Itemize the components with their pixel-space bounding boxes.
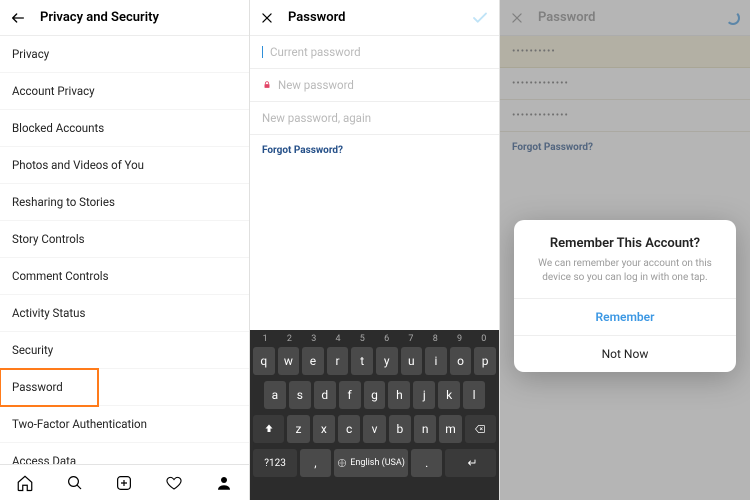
new-password-again-placeholder: New password, again bbox=[262, 111, 371, 125]
settings-item-comment-controls[interactable]: Comment Controls bbox=[0, 258, 249, 295]
hint-6: 6 bbox=[374, 334, 398, 344]
comma-key[interactable]: , bbox=[300, 449, 331, 477]
hint-4: 4 bbox=[326, 334, 350, 344]
lock-icon bbox=[262, 80, 272, 90]
hint-9: 9 bbox=[447, 334, 471, 344]
settings-item-privacy[interactable]: Privacy bbox=[0, 36, 249, 73]
key-d[interactable]: d bbox=[314, 381, 336, 409]
dot-key[interactable]: . bbox=[411, 449, 442, 477]
backspace-key[interactable] bbox=[465, 415, 496, 443]
soft-keyboard: 1234567890 qwertyuiop asdfghjkl zxcvbnm … bbox=[250, 330, 499, 500]
settings-item-access-data[interactable]: Access Data bbox=[0, 443, 249, 464]
key-j[interactable]: j bbox=[413, 381, 435, 409]
language-key[interactable]: English (USA) bbox=[334, 449, 409, 477]
hint-3: 3 bbox=[302, 334, 326, 344]
three-panel-tutorial: Privacy and Security PrivacyAccount Priv… bbox=[0, 0, 750, 500]
forgot-password-link[interactable]: Forgot Password? bbox=[250, 135, 499, 166]
current-password-placeholder: Current password bbox=[270, 45, 361, 59]
dialog-title: Remember This Account? bbox=[514, 220, 736, 257]
key-a[interactable]: a bbox=[264, 381, 286, 409]
new-password-field[interactable]: New password bbox=[250, 69, 499, 102]
key-b[interactable]: b bbox=[389, 415, 411, 443]
hint-7: 7 bbox=[399, 334, 423, 344]
settings-list[interactable]: PrivacyAccount PrivacyBlocked AccountsPh… bbox=[0, 36, 249, 464]
key-o[interactable]: o bbox=[450, 347, 472, 375]
key-w[interactable]: w bbox=[278, 347, 300, 375]
keyboard-bottom-row: ?123 , English (USA) . bbox=[250, 446, 499, 481]
add-post-icon[interactable] bbox=[115, 474, 133, 492]
search-icon[interactable] bbox=[66, 474, 84, 492]
text-caret bbox=[262, 46, 263, 58]
settings-item-password[interactable]: Password bbox=[0, 369, 249, 406]
key-q[interactable]: q bbox=[253, 347, 275, 375]
settings-item-story-controls[interactable]: Story Controls bbox=[0, 221, 249, 258]
hint-8: 8 bbox=[423, 334, 447, 344]
settings-item-photos-and-videos-of-you[interactable]: Photos and Videos of You bbox=[0, 147, 249, 184]
current-password-field[interactable]: Current password bbox=[250, 36, 499, 69]
key-r[interactable]: r bbox=[327, 347, 349, 375]
key-n[interactable]: n bbox=[414, 415, 436, 443]
key-m[interactable]: m bbox=[439, 415, 461, 443]
panel2-title: Password bbox=[288, 10, 471, 25]
panel2-header: Password bbox=[250, 0, 499, 36]
settings-item-security[interactable]: Security bbox=[0, 332, 249, 369]
not-now-button[interactable]: Not Now bbox=[514, 335, 736, 372]
key-s[interactable]: s bbox=[289, 381, 311, 409]
key-k[interactable]: k bbox=[438, 381, 460, 409]
key-e[interactable]: e bbox=[302, 347, 324, 375]
close-icon[interactable] bbox=[260, 11, 274, 25]
key-i[interactable]: i bbox=[425, 347, 447, 375]
shift-key[interactable] bbox=[253, 415, 284, 443]
key-u[interactable]: u bbox=[401, 347, 423, 375]
key-h[interactable]: h bbox=[388, 381, 410, 409]
symbols-key[interactable]: ?123 bbox=[253, 449, 297, 477]
new-password-again-field[interactable]: New password, again bbox=[250, 102, 499, 135]
key-y[interactable]: y bbox=[376, 347, 398, 375]
hint-1: 1 bbox=[253, 334, 277, 344]
key-l[interactable]: l bbox=[463, 381, 485, 409]
privacy-security-screen: Privacy and Security PrivacyAccount Priv… bbox=[0, 0, 250, 500]
key-g[interactable]: g bbox=[364, 381, 386, 409]
enter-key[interactable] bbox=[445, 449, 496, 477]
hint-0: 0 bbox=[472, 334, 496, 344]
remember-button[interactable]: Remember bbox=[514, 298, 736, 335]
settings-item-two-factor-authentication[interactable]: Two-Factor Authentication bbox=[0, 406, 249, 443]
change-password-screen: Password Current password New password N… bbox=[250, 0, 500, 500]
new-password-placeholder: New password bbox=[278, 78, 354, 92]
remember-account-screen: Password •••••••••• ••••••••••••• ••••••… bbox=[500, 0, 750, 500]
activity-icon[interactable] bbox=[165, 474, 183, 492]
panel1-title: Privacy and Security bbox=[40, 10, 159, 25]
password-fields: Current password New password New passwo… bbox=[250, 36, 499, 135]
key-x[interactable]: x bbox=[313, 415, 335, 443]
keyboard-number-hints: 1234567890 bbox=[250, 330, 499, 344]
confirm-check-icon[interactable] bbox=[471, 9, 489, 27]
dialog-message: We can remember your account on this dev… bbox=[514, 257, 736, 298]
key-z[interactable]: z bbox=[287, 415, 309, 443]
back-icon[interactable] bbox=[10, 10, 26, 26]
hint-2: 2 bbox=[277, 334, 301, 344]
remember-account-dialog: Remember This Account? We can remember y… bbox=[514, 220, 736, 372]
key-f[interactable]: f bbox=[339, 381, 361, 409]
settings-item-account-privacy[interactable]: Account Privacy bbox=[0, 73, 249, 110]
profile-icon[interactable] bbox=[215, 474, 233, 492]
hint-5: 5 bbox=[350, 334, 374, 344]
key-p[interactable]: p bbox=[474, 347, 496, 375]
key-t[interactable]: t bbox=[351, 347, 373, 375]
home-icon[interactable] bbox=[16, 474, 34, 492]
keyboard-row-2: asdfghjkl bbox=[250, 378, 499, 412]
keyboard-row-1: qwertyuiop bbox=[250, 344, 499, 378]
bottom-nav bbox=[0, 464, 249, 500]
key-v[interactable]: v bbox=[363, 415, 385, 443]
settings-item-activity-status[interactable]: Activity Status bbox=[0, 295, 249, 332]
panel1-header: Privacy and Security bbox=[0, 0, 249, 36]
language-label: English (USA) bbox=[350, 458, 405, 468]
key-c[interactable]: c bbox=[338, 415, 360, 443]
settings-item-blocked-accounts[interactable]: Blocked Accounts bbox=[0, 110, 249, 147]
keyboard-row-3: zxcvbnm bbox=[250, 412, 499, 446]
settings-item-resharing-to-stories[interactable]: Resharing to Stories bbox=[0, 184, 249, 221]
